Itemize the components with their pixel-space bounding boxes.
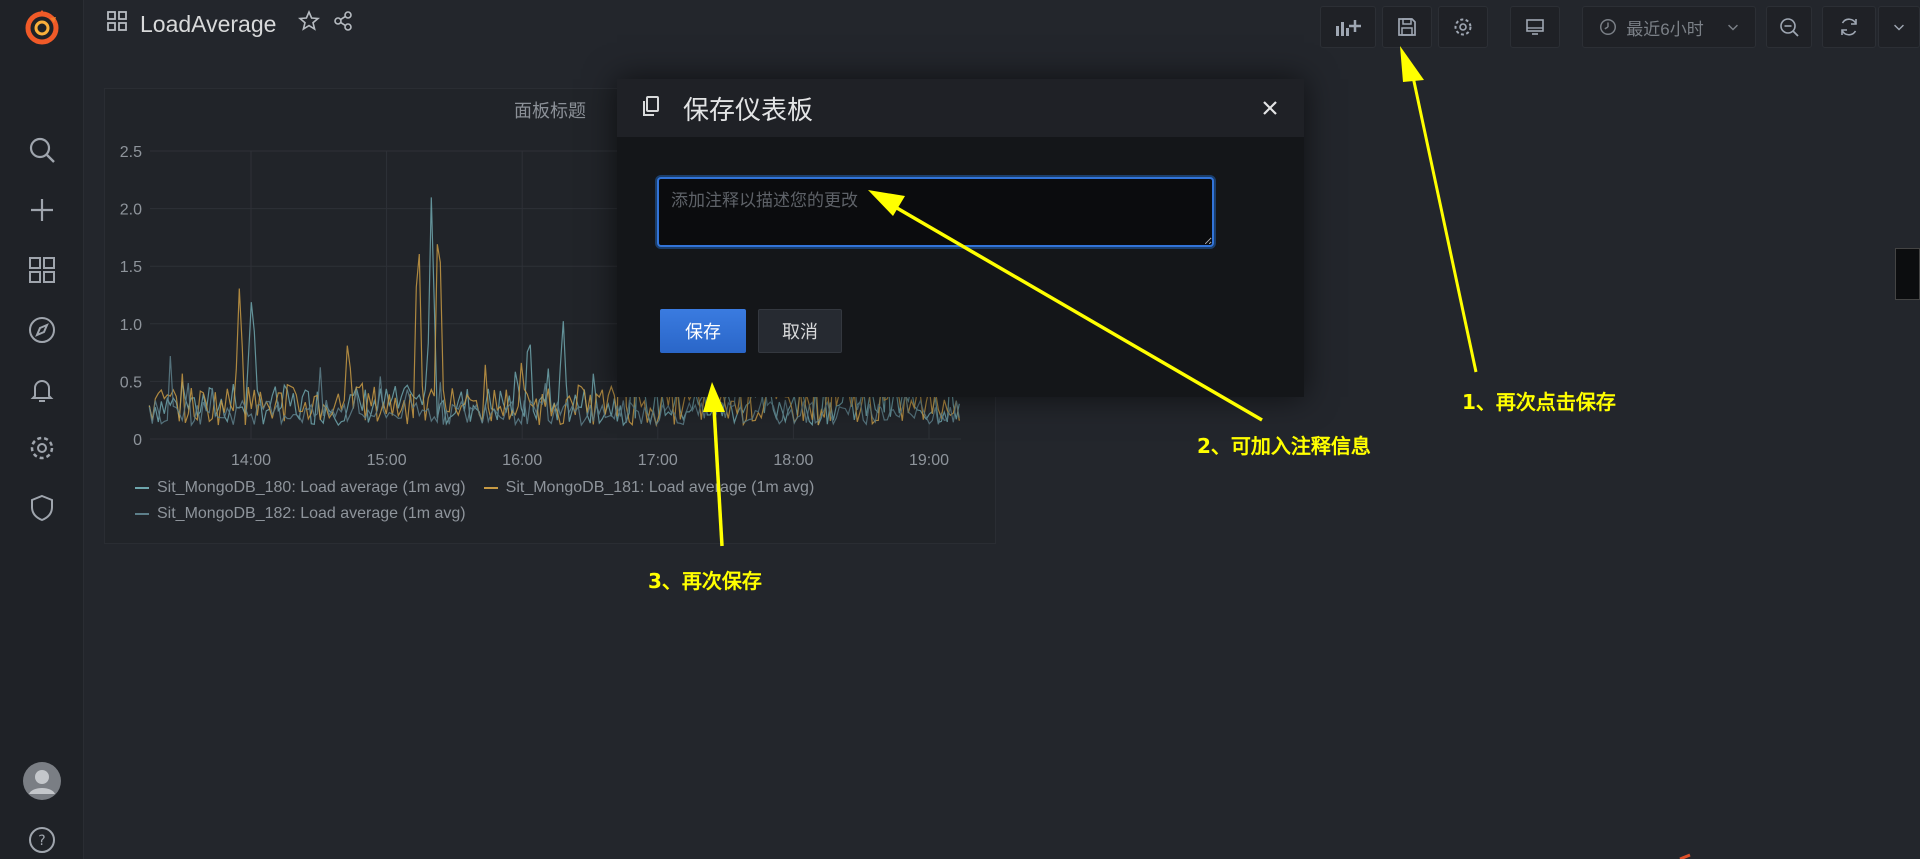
annotation-step-3: 3、再次保存	[648, 569, 762, 593]
annotation-fragment	[1679, 853, 1691, 859]
annotation-step-1: 1、再次点击保存	[1462, 390, 1616, 414]
annotation-arrow-2	[868, 190, 1263, 422]
annotation-arrow-1	[1400, 46, 1478, 373]
annotation-layer	[703, 46, 1691, 859]
annotation-arrow-3	[703, 382, 725, 547]
annotation-step-2: 2、可加入注释信息	[1197, 434, 1371, 458]
